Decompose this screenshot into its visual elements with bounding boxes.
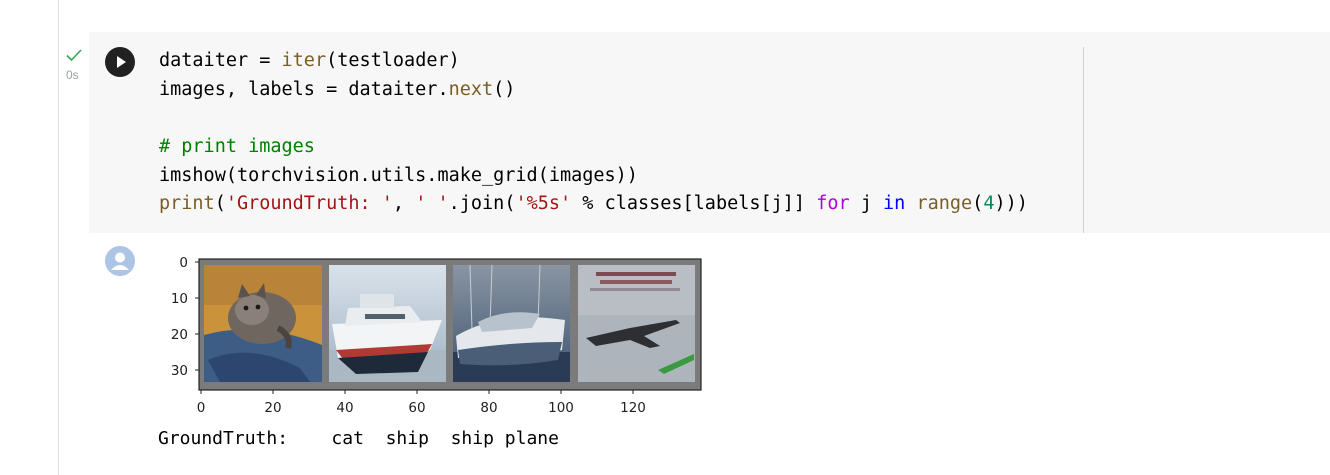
x-axis-ticks: 0 20 40 60 80 100 120 — [197, 390, 646, 416]
code-token: 4 — [983, 193, 995, 215]
gutter-divider — [58, 0, 59, 475]
check-icon — [66, 49, 82, 62]
code-token: iter — [281, 50, 327, 71]
code-token: .join( — [448, 193, 516, 215]
x-tick-label: 40 — [336, 400, 353, 416]
code-token: ( — [214, 193, 226, 215]
y-tick-label: 0 — [179, 255, 188, 271]
code-line: imshow(torchvision.utils.make_grid(image… — [159, 162, 1028, 191]
x-tick-label: 60 — [408, 400, 425, 416]
execution-time: 0s — [66, 68, 79, 82]
x-tick-label: 0 — [197, 400, 206, 416]
code-token: images, labels = dataiter. — [159, 78, 449, 100]
grid-image-cat — [204, 265, 322, 382]
run-cell-button[interactable] — [105, 47, 135, 77]
code-token: ( — [972, 193, 984, 215]
code-token: imshow(torchvision.utils.make_grid(image… — [159, 164, 638, 186]
user-avatar-icon — [105, 246, 135, 276]
output-text: GroundTruth: cat ship ship plane — [158, 428, 559, 449]
code-token: for — [816, 193, 850, 215]
play-icon — [117, 56, 126, 68]
code-token: dataiter = — [159, 50, 282, 71]
code-token: j — [849, 193, 884, 215]
code-token: (testloader) — [326, 50, 460, 71]
y-tick-label: 20 — [171, 327, 188, 343]
code-token: ))) — [994, 193, 1028, 215]
image-grid-plot: 0 10 20 30 0 20 40 60 80 100 120 — [171, 255, 702, 416]
y-tick-label: 10 — [171, 291, 188, 307]
x-tick-label: 80 — [480, 400, 497, 416]
code-line: dataiter = iter(testloader) — [159, 47, 1028, 76]
code-token: next — [448, 78, 494, 100]
x-tick-label: 20 — [264, 400, 281, 416]
code-line: images, labels = dataiter.next() — [159, 76, 1028, 105]
x-tick-label: 120 — [620, 400, 646, 416]
code-token: % classes[labels[j]] — [571, 193, 817, 215]
code-token: '%5s' — [515, 193, 572, 215]
code-token: in — [883, 193, 906, 215]
grid-image-ship — [453, 264, 570, 382]
code-token: print — [159, 193, 215, 215]
y-axis-ticks: 0 10 20 30 — [171, 255, 199, 379]
code-token: 'GroundTruth: ' — [225, 193, 393, 215]
grid-image-plane — [578, 265, 695, 382]
code-editor[interactable]: dataiter = iter(testloader) images, label… — [159, 47, 1028, 219]
cell-divider — [1083, 47, 1084, 233]
x-tick-label: 100 — [548, 400, 574, 416]
grid-image-ship — [329, 265, 446, 382]
code-token: range — [916, 193, 973, 215]
code-line: # print images — [159, 133, 1028, 162]
code-line: print('GroundTruth: ', ' '.join('%5s' % … — [159, 190, 1028, 219]
code-token: () — [493, 78, 516, 100]
code-token: # print images — [159, 136, 315, 158]
y-tick-label: 30 — [171, 363, 188, 379]
code-token: ' ' — [415, 193, 449, 215]
code-token: , — [392, 193, 416, 215]
